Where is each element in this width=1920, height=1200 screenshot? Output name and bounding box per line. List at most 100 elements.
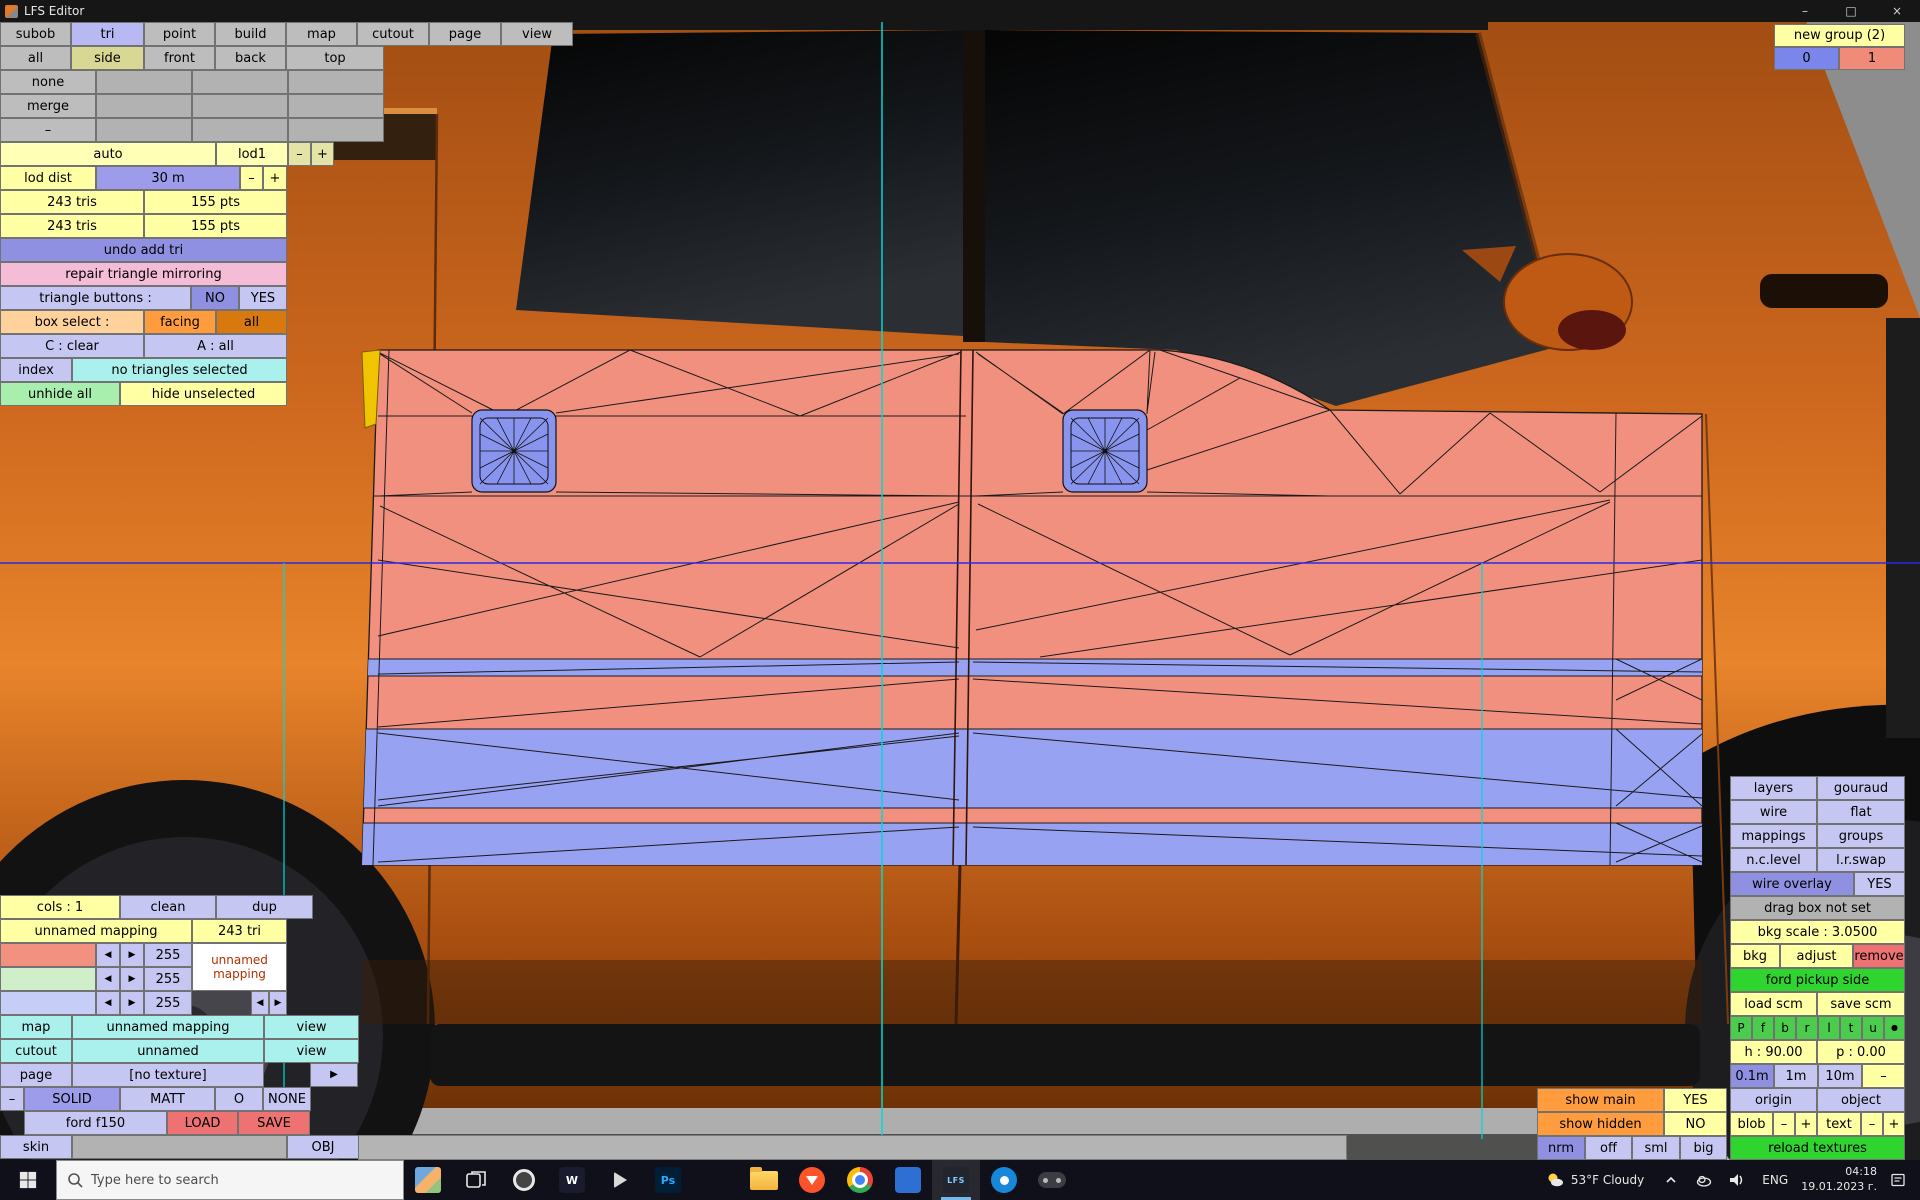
mapping-name-box[interactable]: unnamed mapping	[192, 943, 287, 991]
select-all-button[interactable]: A : all	[144, 334, 287, 358]
view-front[interactable]: front	[144, 46, 215, 70]
wire-overlay-button[interactable]: wire overlay	[1730, 872, 1854, 896]
nrm-button[interactable]: nrm	[1537, 1136, 1585, 1160]
view-t-button[interactable]: t	[1840, 1016, 1862, 1040]
taskbar-app-brave[interactable]	[788, 1160, 836, 1200]
groups-button[interactable]: groups	[1817, 824, 1905, 848]
lrswap-button[interactable]: l.r.swap	[1817, 848, 1905, 872]
taskbar-app-file-explorer[interactable]	[740, 1160, 788, 1200]
color-swatch-blue[interactable]	[0, 991, 96, 1015]
text-minus[interactable]: –	[1861, 1112, 1883, 1136]
triangle-buttons-yes[interactable]: YES	[239, 286, 287, 310]
pitch-value[interactable]: p : 0.00	[1817, 1040, 1905, 1064]
red-decrease-arrow[interactable]: ◀	[96, 943, 120, 967]
window-titlebar[interactable]: LFS Editor – □ ×	[0, 0, 1920, 22]
tray-chevron-icon[interactable]	[1659, 1160, 1683, 1200]
map-view-button[interactable]: view	[264, 1015, 359, 1039]
lod-dist-label[interactable]: lod dist	[0, 166, 96, 190]
page-texture[interactable]: [no texture]	[72, 1063, 264, 1087]
group-0-button[interactable]: 0	[1774, 47, 1839, 70]
box-select-label[interactable]: box select :	[0, 310, 144, 334]
text-button[interactable]: text	[1817, 1112, 1861, 1136]
view-p-button[interactable]: P	[1730, 1016, 1752, 1040]
background-image-name[interactable]: ford pickup side	[1730, 968, 1905, 992]
subob-minus[interactable]: –	[0, 118, 96, 142]
volume-icon[interactable]	[1725, 1160, 1749, 1200]
model-name[interactable]: ford f150	[24, 1111, 167, 1135]
view-b-button[interactable]: b	[1774, 1016, 1796, 1040]
material-solid-button[interactable]: SOLID	[24, 1087, 120, 1111]
map-label[interactable]: map	[0, 1015, 72, 1039]
view-dot-button[interactable]: ●	[1884, 1016, 1905, 1040]
box-select-all[interactable]: all	[216, 310, 287, 334]
clean-button[interactable]: clean	[120, 895, 216, 919]
start-button[interactable]	[0, 1160, 56, 1200]
text-plus[interactable]: +	[1883, 1112, 1905, 1136]
view-u-button[interactable]: u	[1862, 1016, 1884, 1040]
taskbar-app-app-circle[interactable]	[980, 1160, 1028, 1200]
taskbar-app-app-w[interactable]: W	[548, 1160, 596, 1200]
nrm-sml-button[interactable]: sml	[1632, 1136, 1680, 1160]
color-swatch-green[interactable]	[0, 967, 96, 991]
tab-cutout[interactable]: cutout	[357, 22, 429, 46]
grid-01m-button[interactable]: 0.1m	[1730, 1064, 1774, 1088]
reload-textures-button[interactable]: reload textures	[1730, 1136, 1905, 1160]
material-o-button[interactable]: O	[215, 1087, 263, 1111]
hide-unselected-button[interactable]: hide unselected	[120, 382, 287, 406]
show-hidden-no[interactable]: NO	[1664, 1112, 1727, 1136]
undo-add-tri-button[interactable]: undo add tri	[0, 238, 287, 262]
language-indicator[interactable]: ENG	[1758, 1173, 1792, 1187]
taskbar-app-news-interests[interactable]	[404, 1160, 452, 1200]
mappings-button[interactable]: mappings	[1730, 824, 1817, 848]
show-hidden-label[interactable]: show hidden	[1537, 1112, 1664, 1136]
blob-button[interactable]: blob	[1730, 1112, 1773, 1136]
layers-button[interactable]: layers	[1730, 776, 1817, 800]
cutout-view-button[interactable]: view	[264, 1039, 359, 1063]
show-main-yes[interactable]: YES	[1664, 1088, 1727, 1112]
taskbar-app-app-game[interactable]	[1028, 1160, 1076, 1200]
green-value[interactable]: 255	[144, 967, 192, 991]
lod-dist-plus[interactable]: +	[263, 166, 287, 190]
tray-cloud-icon[interactable]	[1692, 1160, 1716, 1200]
blue-decrease-arrow[interactable]: ◀	[96, 991, 120, 1015]
save-scm-button[interactable]: save scm	[1817, 992, 1905, 1016]
clear-button[interactable]: C : clear	[0, 334, 144, 358]
view-side[interactable]: side	[71, 46, 144, 70]
bkg-scale-value[interactable]: bkg scale : 3.0500	[1730, 920, 1905, 944]
mapping-next-arrow[interactable]: ▶	[269, 991, 287, 1015]
tab-map[interactable]: map	[286, 22, 357, 46]
taskbar-app-app-tiles[interactable]	[692, 1160, 740, 1200]
lod-dist-minus[interactable]: –	[240, 166, 263, 190]
bkg-button[interactable]: bkg	[1730, 944, 1780, 968]
view-top[interactable]: top	[286, 46, 384, 70]
lod1[interactable]: lod1	[216, 142, 288, 166]
load-scm-button[interactable]: load scm	[1730, 992, 1817, 1016]
lod-dist-value[interactable]: 30 m	[96, 166, 240, 190]
taskbar-app-photoshop[interactable]: Ps	[644, 1160, 692, 1200]
bkg-adjust-button[interactable]: adjust	[1780, 944, 1853, 968]
taskbar-clock[interactable]: 04:18 19.01.2023 г.	[1801, 1165, 1877, 1195]
green-increase-arrow[interactable]: ▶	[120, 967, 144, 991]
view-l-button[interactable]: l	[1818, 1016, 1840, 1040]
obj-button[interactable]: OBJ	[287, 1135, 359, 1159]
blob-minus[interactable]: –	[1773, 1112, 1795, 1136]
blue-value[interactable]: 255	[144, 991, 192, 1015]
unhide-all-button[interactable]: unhide all	[0, 382, 120, 406]
taskbar-search-input[interactable]: Type here to search	[56, 1160, 404, 1200]
load-button[interactable]: LOAD	[167, 1111, 238, 1135]
cutout-label[interactable]: cutout	[0, 1039, 72, 1063]
index-button[interactable]: index	[0, 358, 72, 382]
cols-value[interactable]: cols : 1	[0, 895, 120, 919]
minimize-button[interactable]: –	[1782, 0, 1828, 22]
material-matt-button[interactable]: MATT	[120, 1087, 215, 1111]
tab-subob[interactable]: subob	[0, 22, 71, 46]
tab-tri[interactable]: tri	[71, 22, 144, 46]
page-label[interactable]: page	[0, 1063, 72, 1087]
show-main-label[interactable]: show main	[1537, 1088, 1664, 1112]
group-1-button[interactable]: 1	[1839, 47, 1905, 70]
dup-button[interactable]: dup	[216, 895, 313, 919]
wire-overlay-yes[interactable]: YES	[1854, 872, 1905, 896]
green-decrease-arrow[interactable]: ◀	[96, 967, 120, 991]
notifications-icon[interactable]	[1886, 1160, 1910, 1200]
taskbar-app-lfs-editor[interactable]: LFS	[932, 1160, 980, 1200]
